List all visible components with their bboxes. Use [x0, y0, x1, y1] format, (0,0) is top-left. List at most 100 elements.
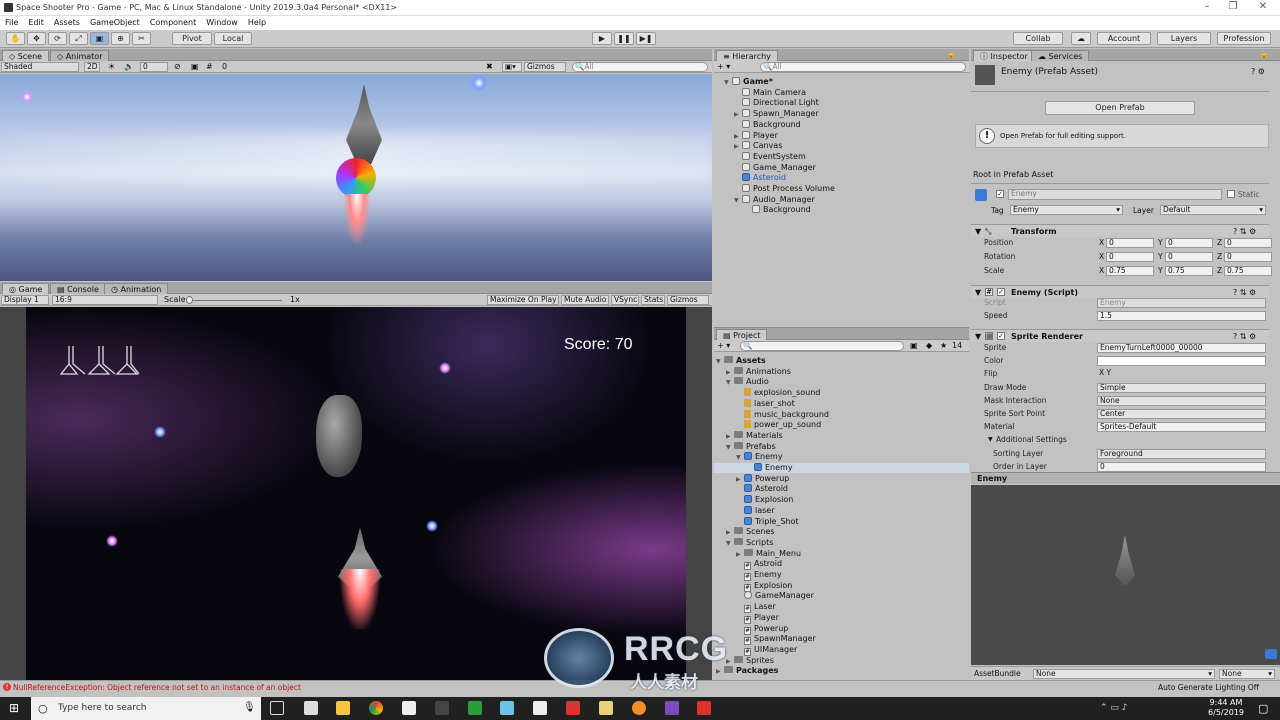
tab-inspector[interactable]: ⓘ Inspector: [973, 50, 1035, 61]
app-icon[interactable]: [697, 701, 711, 715]
taskbar-search-input[interactable]: ○ Type here to search 🎙: [31, 697, 261, 720]
pause-icon[interactable]: ❚❚: [614, 32, 634, 45]
expand-arrow-icon[interactable]: ▶: [726, 368, 734, 378]
transform-y-input[interactable]: 0: [1165, 252, 1213, 262]
cloud-icon[interactable]: ☁: [1071, 32, 1091, 45]
assetbundle-dropdown[interactable]: None ▾: [1033, 669, 1215, 679]
speed-input[interactable]: 1.5: [1097, 311, 1266, 321]
project-item[interactable]: ▼ Enemy: [736, 452, 783, 462]
expand-arrow-icon[interactable]: ▼: [726, 443, 734, 453]
custom-tool-icon[interactable]: ✂: [132, 32, 151, 45]
menu-edit[interactable]: Edit: [23, 16, 49, 29]
tab-animator[interactable]: ◇ Animator: [50, 50, 110, 61]
sprite-renderer-field[interactable]: Center: [1097, 409, 1266, 419]
project-item[interactable]: power_up_sound: [736, 420, 821, 430]
file-explorer-icon[interactable]: [336, 701, 350, 715]
sprite-renderer-field[interactable]: None: [1097, 395, 1266, 406]
expand-arrow-icon[interactable]: ▶: [726, 528, 734, 538]
calculator-icon[interactable]: [402, 701, 416, 715]
project-item[interactable]: ▼ Audio: [726, 377, 769, 387]
mode-2d-toggle[interactable]: 2D: [84, 62, 100, 72]
expand-arrow-icon[interactable]: ▶: [736, 550, 744, 560]
static-checkbox[interactable]: [1227, 190, 1235, 198]
expand-arrow-icon[interactable]: ▶: [734, 132, 742, 142]
transform-z-input[interactable]: 0.75: [1224, 266, 1272, 276]
play-icon[interactable]: ▶: [592, 32, 612, 45]
transform-x-input[interactable]: 0: [1106, 252, 1154, 262]
transform-tool-icon[interactable]: ⊕: [111, 32, 130, 45]
sprite-renderer-field[interactable]: Foreground: [1097, 448, 1266, 459]
hierarchy-item[interactable]: ▶ Player: [734, 130, 778, 142]
expand-arrow-icon[interactable]: ▼: [726, 539, 734, 549]
project-search-input[interactable]: 🔍: [740, 341, 904, 351]
move-tool-icon[interactable]: ✥: [27, 32, 46, 45]
hierarchy-item[interactable]: ▶ Spawn_Manager: [734, 109, 819, 119]
hierarchy-item[interactable]: Background: [744, 205, 811, 215]
hierarchy-item[interactable]: Background: [734, 119, 801, 130]
project-item[interactable]: # Explosion: [736, 581, 792, 592]
project-item[interactable]: Asteroid: [736, 484, 788, 494]
layers-dropdown[interactable]: Layers: [1157, 32, 1211, 45]
tab-console[interactable]: ▤ Console: [50, 283, 106, 294]
visibility-icon[interactable]: ⊘: [174, 62, 181, 72]
menu-file[interactable]: File: [0, 16, 23, 29]
task-view-icon[interactable]: [270, 701, 284, 715]
project-create-dropdown[interactable]: + ▾: [717, 341, 730, 351]
minimize-icon[interactable]: –: [1196, 1, 1218, 12]
project-item[interactable]: # Powerup: [736, 624, 788, 635]
camera-settings-dropdown[interactable]: ▣▾: [502, 62, 522, 72]
sprite-renderer-field[interactable]: X Y: [1097, 369, 1266, 379]
hierarchy-item[interactable]: EventSystem: [734, 151, 806, 162]
lock-icon[interactable]: 🔒: [946, 50, 956, 60]
console-error-text[interactable]: NullReferenceException: Object reference…: [13, 683, 301, 692]
project-item[interactable]: laser: [736, 505, 775, 516]
tab-game[interactable]: ◎ Game: [2, 283, 50, 294]
notification-icon[interactable]: ▢: [1258, 702, 1268, 715]
preview-toggle-icon[interactable]: [1265, 649, 1277, 659]
project-item[interactable]: ▼ Scripts: [726, 537, 773, 549]
transform-y-input[interactable]: 0.75: [1165, 266, 1213, 276]
light-icon[interactable]: ☀: [108, 62, 115, 72]
audio-icon[interactable]: 🔈: [124, 62, 134, 72]
sprite-renderer-field[interactable]: Sprites-Default: [1097, 422, 1266, 433]
project-item[interactable]: laser_shot: [736, 398, 795, 409]
inspector-lock-icon[interactable]: 🔒: [1259, 50, 1269, 60]
sprite-renderer-field[interactable]: Simple: [1097, 382, 1266, 393]
expand-arrow-icon[interactable]: ▼: [736, 453, 744, 463]
hierarchy-item[interactable]: Asteroid: [734, 173, 786, 183]
menu-gameobject[interactable]: GameObject: [85, 16, 145, 29]
project-item[interactable]: ▼ Prefabs: [726, 441, 776, 453]
filter-label-icon[interactable]: ◆: [926, 341, 932, 351]
expand-arrow-icon[interactable]: ▶: [726, 432, 734, 442]
project-item[interactable]: ▶ Scenes: [726, 527, 775, 537]
visual-studio-icon[interactable]: [665, 701, 679, 715]
transform-y-input[interactable]: 0: [1165, 238, 1213, 248]
menu-component[interactable]: Component: [145, 16, 201, 29]
expand-arrow-icon[interactable]: ▼: [716, 357, 724, 367]
layout-dropdown[interactable]: Profession: [1217, 32, 1271, 45]
tab-project[interactable]: ▤ Project: [716, 329, 768, 340]
menu-help[interactable]: Help: [243, 16, 271, 29]
layer-dropdown[interactable]: Default ▾: [1160, 205, 1266, 215]
scene-search-input[interactable]: 🔍All: [572, 62, 708, 72]
project-item[interactable]: # Astroid: [736, 559, 782, 571]
clock-time[interactable]: 9:44 AM: [1208, 698, 1244, 707]
project-item[interactable]: ▶ Animations: [726, 366, 791, 378]
account-dropdown[interactable]: Account: [1097, 32, 1151, 45]
project-item[interactable]: GameManager: [736, 591, 814, 601]
hierarchy-search-input[interactable]: 🔍All: [760, 62, 966, 72]
sprite-renderer-field[interactable]: EnemyTurnLeft0000_00000: [1097, 343, 1266, 353]
tag-dropdown[interactable]: Enemy ▾: [1010, 205, 1123, 215]
project-item[interactable]: # UIManager: [736, 645, 797, 656]
script-enabled-checkbox[interactable]: ✓: [997, 288, 1005, 296]
tab-hierarchy[interactable]: ≡ Hierarchy: [716, 50, 778, 61]
expand-arrow-icon[interactable]: ▼: [734, 196, 742, 206]
aspect-dropdown[interactable]: 16:9: [52, 295, 158, 305]
transform-x-input[interactable]: 0: [1106, 238, 1154, 248]
object-name-input[interactable]: Enemy: [1008, 189, 1222, 200]
project-item[interactable]: ▶ Sprites: [726, 655, 774, 666]
rect-tool-icon[interactable]: ▣: [90, 32, 109, 45]
tab-scene[interactable]: ◇ Scene: [2, 50, 50, 61]
camera-icon[interactable]: ▣: [191, 62, 199, 72]
gizmos-dropdown[interactable]: Gizmos: [524, 62, 566, 72]
